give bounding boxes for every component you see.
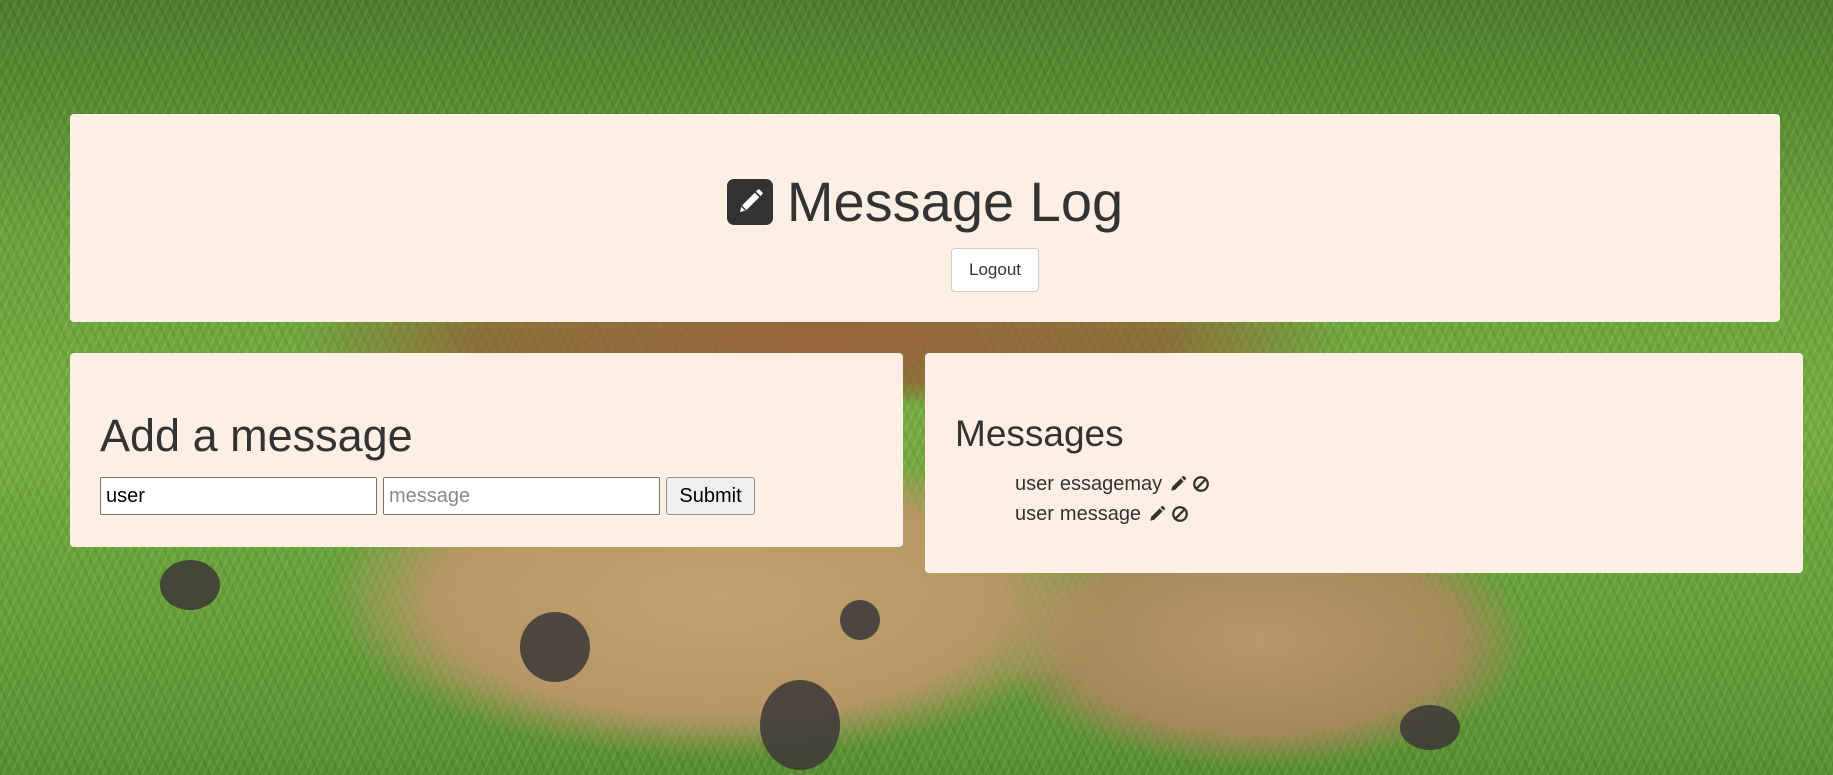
list-item: user essagemay (1015, 469, 1214, 499)
page-title: Message Log (70, 174, 1780, 230)
list-item: user message (1015, 499, 1214, 529)
add-message-title: Add a message (100, 410, 413, 461)
message-text: message (1059, 502, 1142, 525)
messages-title: Messages (955, 413, 1124, 454)
message-text: essagemay (1059, 472, 1163, 495)
ban-icon[interactable] (1191, 474, 1211, 494)
message-user: user (1015, 502, 1054, 525)
header-card: Message Log Logout (70, 114, 1780, 322)
add-message-card: Add a message Submit (70, 353, 903, 547)
message-input[interactable] (383, 477, 660, 515)
ban-icon[interactable] (1170, 504, 1190, 524)
submit-button[interactable]: Submit (666, 477, 755, 515)
message-list: user essagemay user message (1015, 469, 1214, 529)
title-text: Message Log (786, 170, 1124, 233)
message-user: user (1015, 472, 1054, 495)
messages-card: Messages user essagemay user message (925, 353, 1803, 573)
pencil-icon[interactable] (1168, 474, 1188, 494)
logout-button[interactable]: Logout (951, 248, 1039, 292)
pencil-icon[interactable] (1147, 504, 1167, 524)
user-input[interactable] (100, 477, 377, 515)
pencil-square-icon (726, 179, 773, 225)
